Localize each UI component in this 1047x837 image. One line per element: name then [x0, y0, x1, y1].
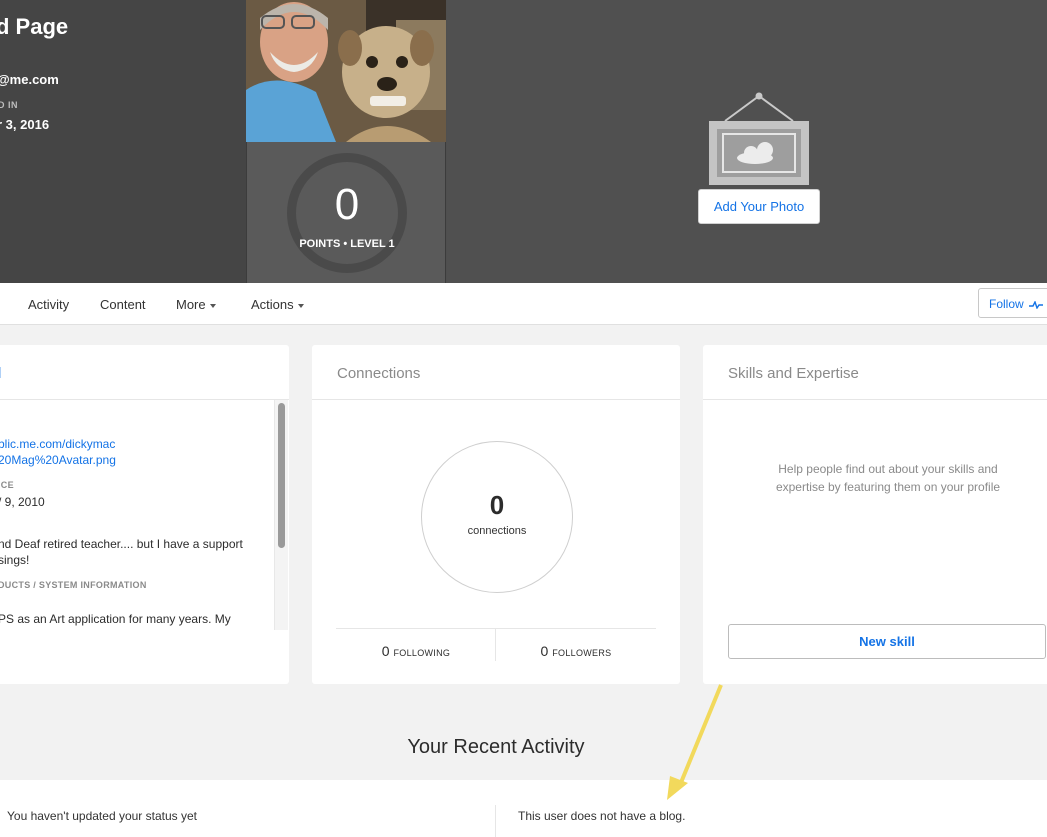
about-scrollbar[interactable]	[274, 400, 288, 630]
avatar-photo	[246, 0, 446, 142]
connections-circle: 0 connections	[421, 441, 573, 593]
tab-activity[interactable]: Activity	[28, 297, 69, 312]
products-label: DUCTS / SYSTEM INFORMATION	[0, 580, 147, 590]
panel-divider	[495, 805, 496, 837]
picture-frame-icon	[709, 92, 809, 185]
following-stat[interactable]: 0 FOLLOWING	[336, 643, 496, 659]
more-label: More	[176, 297, 206, 312]
avatar-url-line-1[interactable]: blic.me.com/dickymac	[0, 437, 115, 451]
about-card: l blic.me.com/dickymac 20Mag%20Avatar.pn…	[0, 345, 289, 684]
actions-label: Actions	[251, 297, 294, 312]
skills-card-title: Skills and Expertise	[728, 365, 859, 382]
points-level-label: POINTS • LEVEL 1	[299, 238, 395, 250]
since-value: / 9, 2010	[0, 495, 45, 509]
connections-count: 0	[489, 490, 505, 520]
chevron-down-icon	[209, 303, 216, 308]
more-dropdown[interactable]: More	[176, 297, 216, 312]
add-photo-button[interactable]: Add Your Photo	[698, 189, 820, 224]
follow-button[interactable]: Follow	[978, 288, 1047, 318]
profile-name: d Page	[0, 14, 69, 39]
points-panel: 0 POINTS • LEVEL 1	[246, 142, 446, 283]
new-skill-button[interactable]: New skill	[728, 624, 1046, 659]
connections-count-label: connections	[467, 525, 527, 537]
about-scroll-area[interactable]: blic.me.com/dickymac 20Mag%20Avatar.png …	[0, 400, 279, 630]
joined-date: r 3, 2016	[0, 117, 50, 132]
following-count: 0	[381, 643, 390, 659]
followers-stat[interactable]: 0 FOLLOWERS	[496, 643, 656, 659]
joined-label: D IN	[0, 100, 18, 110]
avatar-url-line-2[interactable]: 20Mag%20Avatar.png	[0, 453, 116, 467]
profile-info-panel: d Page @me.com D IN r 3, 2016	[0, 0, 246, 283]
connections-card-title: Connections	[337, 365, 421, 382]
products-line-1: PS as an Art application for many years.…	[0, 612, 231, 626]
card-divider	[703, 399, 1047, 400]
actions-dropdown[interactable]: Actions	[251, 297, 304, 312]
card-divider	[312, 399, 680, 400]
follow-label: Follow	[989, 297, 1024, 311]
cover-photo-area: Add Your Photo	[447, 0, 1047, 283]
skills-card: Skills and Expertise Help people find ou…	[703, 345, 1047, 684]
profile-nav-bar: Activity Content More Actions Follow	[0, 283, 1047, 325]
following-label: FOLLOWING	[393, 648, 451, 658]
followers-label: FOLLOWERS	[552, 648, 612, 658]
bio-line-2: sings!	[0, 553, 30, 567]
recent-activity-panel: You haven't updated your status yet This…	[0, 780, 1047, 837]
blog-empty-text: This user does not have a blog.	[518, 809, 686, 823]
about-card-title: l	[0, 365, 1, 382]
recent-activity-heading: Your Recent Activity	[407, 736, 585, 758]
connections-stats: 0 FOLLOWING 0 FOLLOWERS	[336, 628, 656, 661]
status-empty-text: You haven't updated your status yet	[7, 809, 197, 823]
since-label: ICE	[0, 480, 14, 490]
avatar[interactable]	[246, 0, 446, 142]
bio-line-1: nd Deaf retired teacher.... but I have a…	[0, 537, 243, 551]
points-value: 0	[334, 180, 360, 229]
scrollbar-thumb[interactable]	[278, 403, 285, 548]
skills-help-text: Help people find out about your skills a…	[775, 462, 1001, 494]
connections-card: Connections 0 connections 0 FOLLOWING 0 …	[312, 345, 680, 684]
tab-content[interactable]: Content	[100, 297, 146, 312]
chevron-down-icon	[297, 303, 304, 308]
followers-count: 0	[540, 643, 549, 659]
profile-email: @me.com	[0, 72, 59, 87]
profile-header: d Page @me.com D IN r 3, 2016 0 POINTS •…	[0, 0, 1047, 283]
activity-pulse-icon	[1029, 300, 1044, 310]
